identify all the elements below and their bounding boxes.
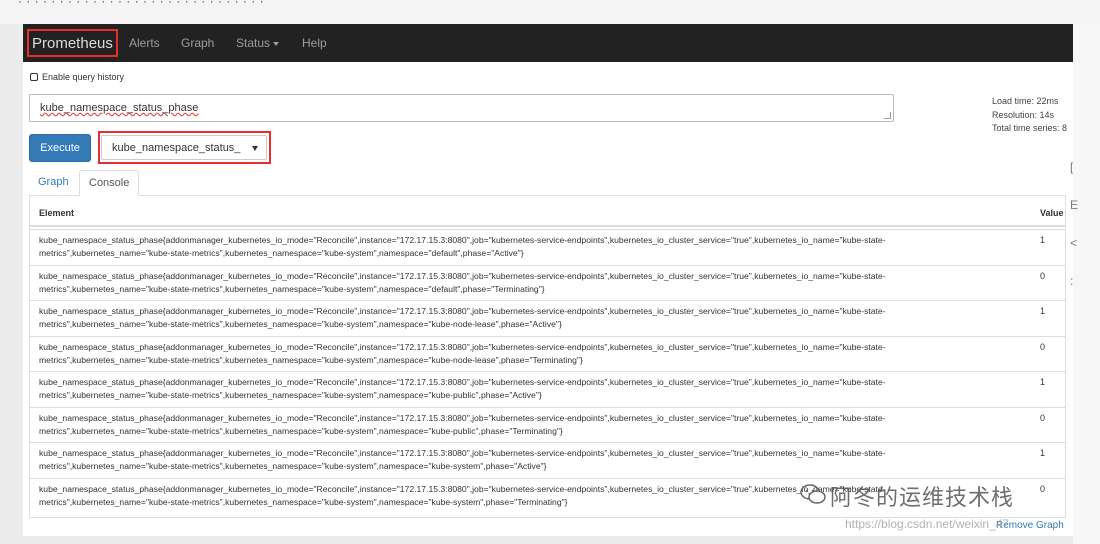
- row-element: kube_namespace_status_phase{addonmanager…: [39, 412, 886, 436]
- tab-console[interactable]: Console: [79, 170, 140, 196]
- resolution: Resolution: 14s: [992, 109, 1055, 120]
- wechat-icon: [800, 484, 826, 504]
- nav-alerts[interactable]: Alerts: [129, 24, 160, 62]
- side-glyph: E: [1070, 198, 1079, 212]
- row-value: 0: [1040, 270, 1046, 281]
- query-stats: Load time: 22ms Resolution: 14s Total ti…: [992, 95, 1067, 136]
- watermark-url: https://blog.csdn.net/weixin_47: [845, 517, 1010, 531]
- spellcheck-word: kube_namespace_status_phase: [40, 102, 199, 114]
- navbar: Prometheus Alerts Graph Status Help: [23, 24, 1073, 62]
- expression-text: kube_namespace_status_phase: [40, 102, 198, 114]
- query-history-label: Enable query history: [42, 72, 125, 82]
- row-element: kube_namespace_status_phase{addonmanager…: [39, 235, 886, 258]
- results-table: Element Value kube_namespace_status_phas…: [29, 196, 1066, 518]
- watermark: 阿冬的运维技术栈 https://blog.csdn.net/weixin_47: [800, 480, 1100, 540]
- row-value: 1: [1040, 377, 1046, 387]
- side-glyph: <: [1070, 236, 1078, 250]
- view-tabs: Graph Console: [29, 170, 1066, 196]
- header-value: Value: [1040, 208, 1064, 218]
- table-row: kube_namespace_status_phase{addonmanager…: [30, 229, 1065, 265]
- side-glyph: [: [1070, 160, 1074, 174]
- table-row: kube_namespace_status_phase{addonmanager…: [30, 335, 1065, 372]
- dropdown-arrow-icon: [252, 146, 258, 151]
- watermark-title: 阿冬的运维技术栈: [830, 485, 1015, 510]
- nav-help[interactable]: Help: [302, 24, 327, 62]
- table-row: kube_namespace_status_phase{addonmanager…: [30, 264, 1065, 301]
- row-value: 0: [1040, 341, 1046, 352]
- nav-status-dropdown[interactable]: Status: [236, 24, 280, 62]
- execute-button[interactable]: Execute: [29, 134, 91, 162]
- tab-graph[interactable]: Graph: [29, 170, 78, 196]
- load-time: Load time: 22ms: [992, 96, 1059, 106]
- query-history-toggle[interactable]: Enable query history: [30, 72, 124, 82]
- query-history-checkbox[interactable]: [30, 73, 38, 81]
- row-value: 1: [1040, 306, 1046, 316]
- row-element: kube_namespace_status_phase{addonmanager…: [39, 306, 886, 329]
- table-row: kube_namespace_status_phase{addonmanager…: [30, 442, 1065, 478]
- row-value: 1: [1040, 235, 1046, 245]
- table-row: kube_namespace_status_phase{addonmanager…: [30, 406, 1065, 443]
- total-series: Total time series: 8: [992, 123, 1068, 133]
- row-element: kube_namespace_status_phase{addonmanager…: [39, 270, 886, 294]
- row-value: 1: [1040, 448, 1046, 458]
- table-header: Element Value: [30, 196, 1065, 227]
- nav-graph[interactable]: Graph: [181, 24, 214, 62]
- table-row: kube_namespace_status_phase{addonmanager…: [30, 371, 1065, 407]
- top-strip-text: · · · · · · · · · · · · · · · · · · · · …: [18, 0, 265, 8]
- header-element: Element: [39, 208, 75, 218]
- row-element: kube_namespace_status_phase{addonmanager…: [39, 377, 886, 400]
- row-element: kube_namespace_status_phase{addonmanager…: [39, 341, 886, 365]
- prometheus-window: Prometheus Alerts Graph Status Help Enab…: [23, 24, 1073, 536]
- side-glyph: :: [1070, 274, 1074, 288]
- right-margin: [ E < :: [1070, 24, 1100, 544]
- row-value: 0: [1040, 412, 1046, 423]
- row-element: kube_namespace_status_phase{addonmanager…: [39, 448, 886, 471]
- table-row: kube_namespace_status_phase{addonmanager…: [30, 300, 1065, 336]
- expression-input[interactable]: kube_namespace_status_phase: [29, 94, 894, 122]
- top-strip: · · · · · · · · · · · · · · · · · · · · …: [0, 0, 1100, 24]
- caret-down-icon: [273, 41, 280, 46]
- metric-select[interactable]: kube_namespace_status_: [101, 135, 267, 160]
- metric-select-value: kube_namespace_status_: [112, 142, 241, 154]
- nav-status-label: Status: [236, 36, 271, 50]
- brand-link[interactable]: Prometheus: [27, 29, 118, 57]
- resize-handle-icon[interactable]: [884, 112, 891, 119]
